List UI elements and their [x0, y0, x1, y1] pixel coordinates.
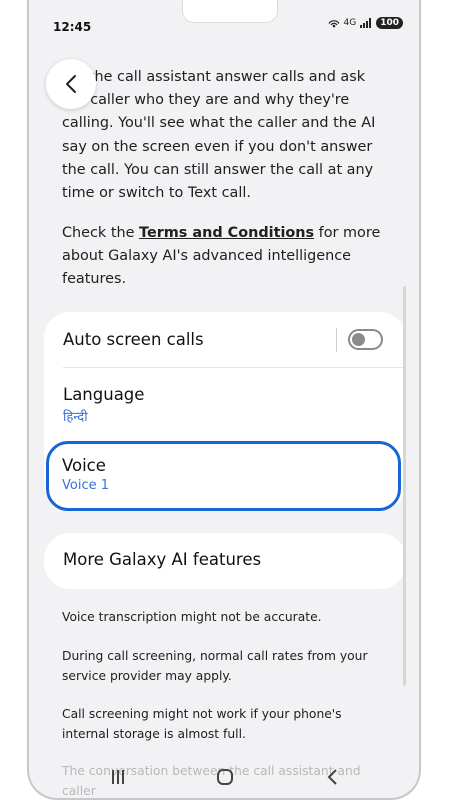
voice-row[interactable]: Voice Voice 1	[62, 456, 109, 493]
status-bar: 12:45 4G 100	[29, 0, 419, 46]
terms-prefix: Check the	[62, 225, 140, 241]
language-row[interactable]: Language हिन्दी	[63, 385, 144, 425]
back-button[interactable]	[46, 59, 96, 109]
battery-icon: 100	[376, 17, 403, 29]
note-text: During call screening, normal call rates…	[62, 649, 368, 683]
voice-value: Voice 1	[62, 478, 109, 493]
auto-screen-calls-label[interactable]: Auto screen calls	[63, 330, 204, 349]
divider	[336, 328, 337, 352]
status-icons: 4G 100	[328, 17, 403, 29]
toggle-knob	[352, 333, 365, 346]
terms-link[interactable]: Terms and Conditions	[139, 225, 314, 241]
scrollbar[interactable]	[403, 286, 406, 686]
signal-icon	[360, 18, 372, 28]
language-value: हिन्दी	[63, 410, 88, 425]
phone-frame: 12:45 4G 100 Let the call assistant answ…	[27, 0, 421, 800]
intro-text: Let the call assistant answer calls and …	[62, 69, 376, 202]
voice-label: Voice	[62, 456, 106, 475]
status-time: 12:45	[53, 20, 92, 34]
hotspot-icon	[328, 20, 339, 28]
recents-icon[interactable]	[109, 768, 127, 786]
more-galaxy-ai-card[interactable]: More Galaxy AI features	[44, 533, 406, 589]
auto-screen-calls-toggle[interactable]	[348, 329, 383, 350]
home-icon[interactable]	[216, 768, 234, 786]
chevron-left-icon	[66, 75, 76, 93]
network-type: 4G	[343, 18, 357, 28]
back-icon[interactable]	[324, 768, 342, 786]
note-text: Voice transcription might not be accurat…	[62, 610, 322, 624]
more-galaxy-ai-label: More Galaxy AI features	[63, 550, 262, 569]
language-label: Language	[63, 385, 145, 404]
navigation-bar	[29, 758, 419, 798]
terms-text: Check the Terms and Conditions for more …	[62, 222, 392, 292]
divider	[63, 367, 406, 368]
note-text: Call screening might not work if your ph…	[62, 707, 342, 741]
camera-notch	[182, 0, 278, 23]
